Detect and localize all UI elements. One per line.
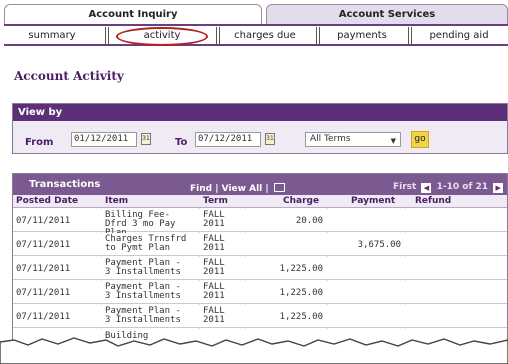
subnav-charges-due[interactable]: charges due: [222, 28, 308, 44]
subnav-summary[interactable]: summary: [14, 28, 90, 44]
charge: 1,225.00: [279, 312, 323, 322]
first-link[interactable]: First: [393, 182, 416, 192]
view-all-link[interactable]: View All: [222, 184, 263, 194]
subnav-payments[interactable]: payments: [326, 28, 398, 44]
item: Payment Plan - 3 Installments: [105, 282, 181, 301]
term: FALL 2011: [203, 258, 225, 277]
range-label: 1-10 of 21: [436, 182, 489, 192]
column-headers: Posted Date Item Term Charge Payment Ref…: [13, 195, 507, 208]
divider: |: [265, 184, 272, 194]
column-header[interactable]: Charge: [283, 196, 319, 206]
go-button[interactable]: go: [411, 131, 429, 148]
calendar-icon[interactable]: 31: [141, 133, 151, 145]
column-header[interactable]: Refund: [415, 196, 451, 206]
page-title: Account Activity: [14, 69, 124, 83]
posted-date: 07/11/2011: [16, 240, 71, 250]
item: Charges Trnsfrd to Pymt Plan: [105, 234, 187, 253]
charge: 1,225.00: [279, 264, 323, 274]
subnav-separator: [316, 27, 320, 45]
tab-account-services[interactable]: Account Services: [266, 4, 508, 24]
chevron-down-icon: ▼: [390, 137, 396, 145]
charge: 1,225.00: [279, 288, 323, 298]
column-header[interactable]: Payment: [351, 196, 395, 206]
table-row[interactable]: 07/11/2011 Charges Trnsfrd to Pymt Plan …: [13, 233, 507, 256]
grid-view-icon[interactable]: [273, 183, 285, 192]
view-by-panel: View by From 01/12/2011 31 To 07/12/2011…: [12, 103, 508, 154]
term: FALL 2011: [203, 282, 225, 301]
posted-date: 07/11/2011: [16, 288, 71, 298]
top-tabs: Account Inquiry Account Services: [4, 4, 508, 24]
payment: 3,675.00: [357, 240, 401, 250]
to-date-input[interactable]: 07/12/2011: [195, 132, 261, 147]
term: FALL 2011: [203, 234, 225, 253]
find-controls: Find | View All |: [190, 183, 287, 194]
item: Payment Plan - 3 Installments: [105, 306, 181, 325]
tab-account-inquiry[interactable]: Account Inquiry: [4, 4, 262, 24]
subnav-separator: [216, 27, 220, 45]
highlight-oval: [116, 27, 208, 46]
table-row[interactable]: 07/11/2011 Payment Plan - 3 Installments…: [13, 257, 507, 280]
subnav-pending-aid[interactable]: pending aid: [420, 28, 498, 44]
pagination: First ◀ 1-10 of 21 ▶: [393, 182, 505, 193]
to-label: To: [175, 137, 188, 148]
transactions-title: Transactions: [29, 179, 101, 190]
term-select-value: All Terms: [310, 134, 351, 144]
table-row[interactable]: 07/11/2011 Payment Plan - 3 Installments…: [13, 305, 507, 328]
posted-date: 07/11/2011: [16, 312, 71, 322]
torn-edge: [0, 337, 508, 364]
find-link[interactable]: Find: [190, 184, 212, 194]
calendar-icon[interactable]: 31: [265, 133, 275, 145]
table-row[interactable]: 07/11/2011 Billing Fee-Dfrd 3 mo Pay Pla…: [13, 209, 507, 238]
column-header[interactable]: Posted Date: [16, 196, 78, 206]
item: Payment Plan - 3 Installments: [105, 258, 181, 277]
previous-arrow-icon[interactable]: ◀: [421, 183, 432, 193]
from-date-input[interactable]: 01/12/2011: [71, 132, 137, 147]
sub-navigation: summary activity charges due payments pe…: [4, 24, 508, 46]
term-select[interactable]: All Terms ▼: [305, 132, 401, 147]
charge: 20.00: [295, 216, 323, 226]
next-arrow-icon[interactable]: ▶: [493, 183, 504, 193]
from-label: From: [25, 137, 54, 148]
posted-date: 07/11/2011: [16, 216, 71, 226]
subnav-separator: [408, 27, 412, 45]
subnav-separator: [105, 27, 109, 45]
term: FALL 2011: [203, 210, 225, 229]
term: FALL 2011: [203, 306, 225, 325]
column-header[interactable]: Term: [203, 196, 228, 206]
transactions-header: Transactions Find | View All | First ◀ 1…: [13, 174, 507, 195]
posted-date: 07/11/2011: [16, 264, 71, 274]
column-header[interactable]: Item: [105, 196, 128, 206]
view-by-header: View by: [13, 104, 507, 121]
table-row[interactable]: 07/11/2011 Payment Plan - 3 Installments…: [13, 281, 507, 304]
